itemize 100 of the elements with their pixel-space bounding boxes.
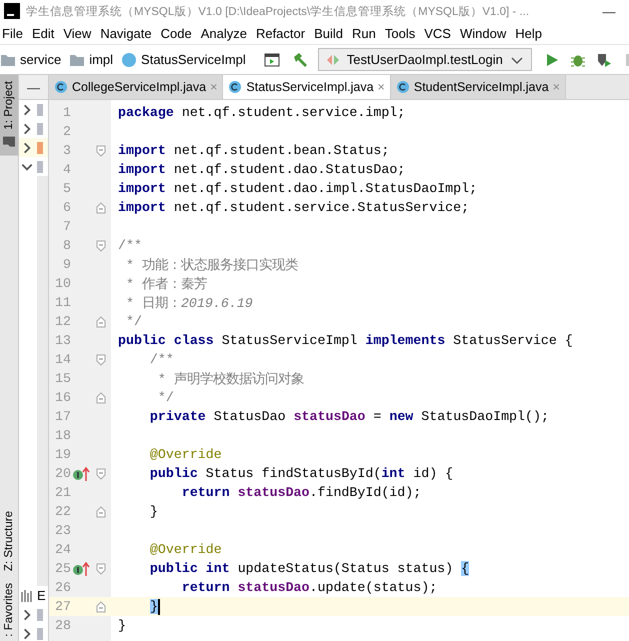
file-icon: [37, 608, 43, 620]
fold-icon[interactable]: [96, 354, 106, 366]
class-icon: [228, 80, 242, 94]
fold-icon[interactable]: [96, 506, 106, 518]
line-number: 15: [54, 371, 71, 386]
fold-icon[interactable]: [96, 316, 106, 328]
menu-item[interactable]: Build: [314, 26, 344, 40]
window-title: 学生信息管理系统（MYSQL版）V1.0 [D:\IdeaProjects\学生信息管理系统（MYSQL版）V1.0] - ...: [26, 4, 530, 18]
menu-item[interactable]: Analyze: [200, 26, 247, 40]
code-line: * 声明学校数据访问对象: [156, 370, 304, 388]
line-number: 28: [54, 618, 71, 633]
line-number: 17: [54, 409, 71, 424]
line-number: 8: [62, 238, 71, 253]
code-line: */: [156, 390, 174, 405]
implements-icon[interactable]: [72, 466, 90, 482]
implements-icon[interactable]: [72, 560, 90, 576]
line-number: 26: [54, 580, 71, 595]
breadcrumb-item[interactable]: impl: [89, 52, 114, 67]
code-line: /**: [117, 238, 142, 253]
line-number: 6: [62, 200, 71, 215]
menu-item[interactable]: View: [63, 26, 92, 40]
file-icon: [37, 160, 43, 172]
line-number: 1: [62, 105, 71, 120]
code-line: import net.qf.student.dao.StatusDao;: [117, 162, 406, 177]
code-line: package net.qf.student.service.impl;: [117, 105, 406, 120]
tree-item-label[interactable]: E: [37, 588, 46, 603]
code-line: import net.qf.student.service.StatusService;: [117, 200, 470, 215]
file-icon: [37, 142, 43, 154]
class-icon: [121, 52, 138, 68]
tree-row[interactable]: [19, 138, 48, 157]
line-number: 14: [54, 352, 71, 367]
line-number: 27: [54, 599, 71, 614]
line-number: 4: [62, 162, 71, 177]
menu-item[interactable]: Code: [160, 26, 192, 40]
code-line: public int updateStatus(Status status) {: [148, 561, 470, 576]
menu-item[interactable]: Tools: [384, 26, 416, 40]
code-line: return statusDao.findById(id);: [180, 485, 422, 500]
line-number: 24: [54, 542, 71, 557]
breadcrumb-item[interactable]: service: [20, 52, 62, 67]
line-number: 25: [54, 561, 71, 576]
line-number: 21: [54, 485, 71, 500]
code-line: import net.qf.student.bean.Status;: [117, 143, 390, 158]
menu-item[interactable]: Edit: [32, 26, 54, 40]
line-number: 5: [62, 181, 71, 196]
line-number: 11: [54, 295, 71, 310]
class-icon: [54, 80, 68, 94]
line-number: 23: [54, 523, 71, 538]
fold-icon[interactable]: [96, 144, 106, 156]
run-configuration-dropdown[interactable]: TestUserDaoImpl.testLogin: [318, 48, 532, 71]
tool-window-tab[interactable]: : Favorites: [0, 577, 18, 641]
line-number: 18: [54, 428, 71, 443]
menu-item[interactable]: Help: [515, 26, 542, 40]
code-line: @Override: [148, 447, 222, 462]
menu-item[interactable]: Navigate: [100, 26, 152, 40]
line-number: 16: [54, 390, 71, 405]
line-number: 20: [54, 466, 71, 481]
line-number: 9: [62, 257, 71, 272]
menu-item[interactable]: Refactor: [256, 26, 306, 40]
hammer-icon[interactable]: [292, 52, 308, 68]
fold-icon[interactable]: [96, 240, 106, 252]
file-icon: [37, 104, 43, 116]
menu-item[interactable]: Window: [460, 26, 506, 40]
window-icon[interactable]: [264, 52, 280, 68]
line-number: 3: [62, 143, 71, 158]
code-line: public class StatusServiceImpl implements StatusService {: [117, 333, 573, 348]
code-line: */: [124, 314, 142, 329]
editor-tab[interactable]: StatusServiceImpl.java ×: [223, 75, 391, 99]
fold-icon[interactable]: [96, 468, 106, 480]
menu-item[interactable]: Run: [352, 26, 376, 40]
code-line: /**: [148, 352, 174, 367]
line-number: 2: [62, 124, 71, 139]
fold-icon[interactable]: [96, 202, 106, 214]
code-line: import net.qf.student.dao.impl.StatusDaoImpl;: [117, 181, 478, 196]
tool-window-tab[interactable]: 1: Project: [0, 75, 18, 156]
minimize-button[interactable]: —: [589, 4, 629, 18]
collapse-button[interactable]: —: [19, 75, 48, 100]
line-number: 19: [54, 447, 71, 462]
fold-icon[interactable]: [96, 392, 106, 404]
editor-tab[interactable]: CollegeServiceImpl.java ×: [49, 75, 224, 99]
code-line: * 功能：状态服务接口实现类: [124, 256, 298, 274]
code-line: }: [148, 504, 158, 519]
line-number: 10: [54, 276, 71, 291]
editor-tab[interactable]: StudentServiceImpl.java ×: [390, 75, 566, 99]
file-icon: [37, 628, 43, 640]
file-icon: [37, 122, 43, 134]
menu-item[interactable]: File: [2, 26, 23, 40]
tool-window-tab[interactable]: Z: Structure: [0, 505, 18, 578]
class-icon: [396, 80, 410, 94]
menu-item[interactable]: VCS: [424, 26, 451, 40]
breadcrumb-item[interactable]: StatusServiceImpl: [141, 52, 246, 67]
shield-icon[interactable]: [596, 52, 612, 68]
code-line: * 日期：2019.6.19: [124, 294, 253, 312]
line-number: 22: [54, 504, 71, 519]
code-line: public Status findStatusById(int id) {: [148, 466, 454, 481]
line-number: 7: [62, 219, 71, 234]
line-number: 13: [54, 333, 71, 348]
fold-icon[interactable]: [96, 600, 106, 612]
fold-icon[interactable]: [96, 562, 106, 574]
code-line: return statusDao.update(status);: [180, 580, 438, 595]
chart-icon: [20, 588, 34, 602]
